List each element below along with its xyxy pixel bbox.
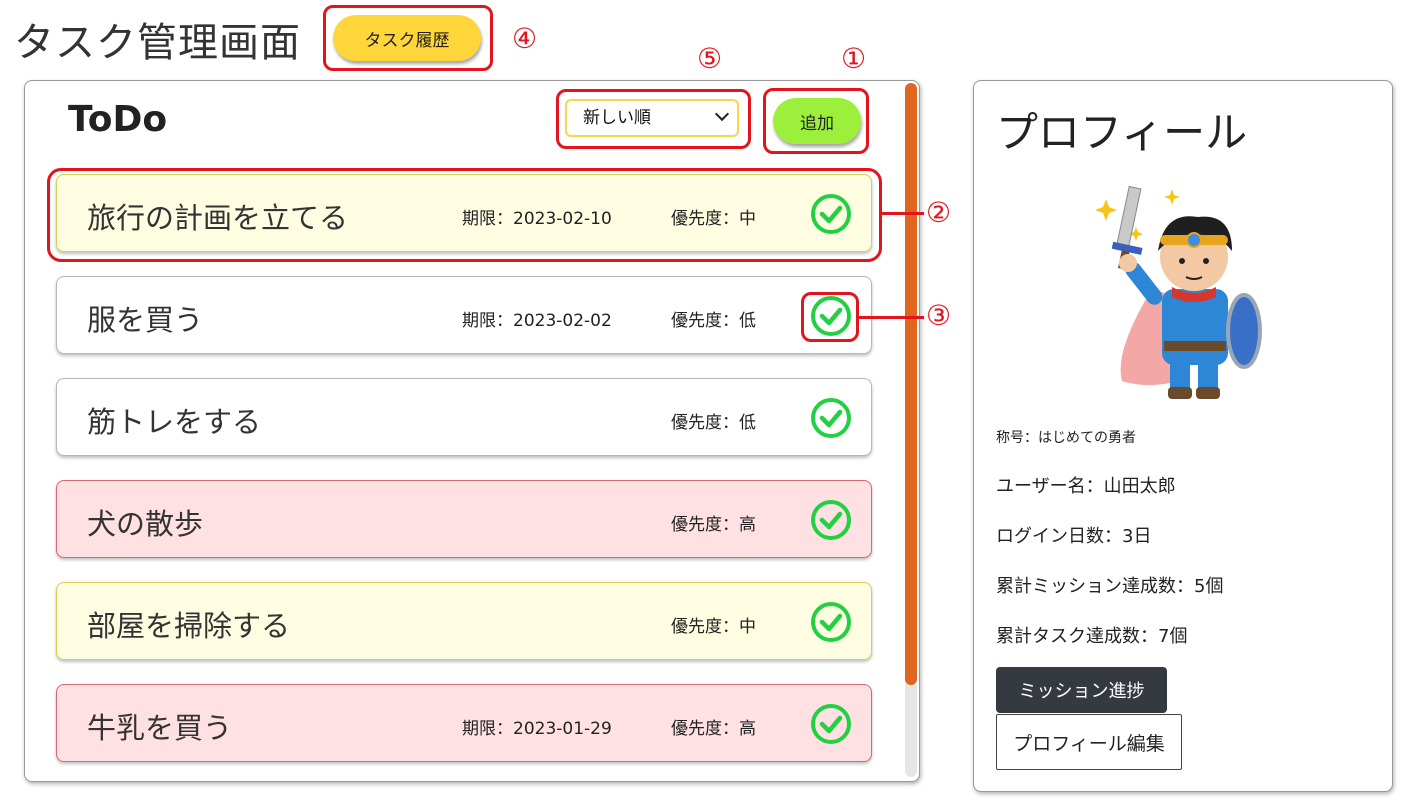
check-circle-icon[interactable] [809,396,853,440]
check-circle-icon[interactable] [809,600,853,644]
profile-tasks-done: 累計タスク達成数：7個 [996,626,1188,647]
annotation-number-4: ④ [512,22,538,55]
annotation-box-1 [763,88,869,154]
annotation-line-2 [882,212,924,215]
task-name: 牛乳を買う [87,711,233,745]
mission-progress-button[interactable]: ミッション進捗 [996,667,1167,713]
todo-title: ToDo [68,99,168,140]
check-circle-icon[interactable] [809,498,853,542]
page-title: タスク管理画面 [14,20,301,66]
annotation-box-2 [47,168,882,262]
annotation-box-5 [556,89,751,149]
task-name: 部屋を掃除する [87,609,291,643]
task-name: 筋トレをする [87,405,262,439]
task-row[interactable]: 牛乳を買う 期限：2023-01-29 優先度：高 [56,684,872,762]
profile-missions-done: 累計ミッション達成数：5個 [996,576,1224,597]
task-priority: 優先度：高 [671,515,756,535]
task-row[interactable]: 筋トレをする 優先度：低 [56,378,872,456]
annotation-number-1: ① [841,42,867,75]
task-priority: 優先度：高 [671,719,756,739]
check-circle-icon[interactable] [809,702,853,746]
profile-title: プロフィール [996,108,1248,157]
annotation-number-2: ② [926,196,952,229]
annotation-box-3 [801,292,859,342]
task-priority: 優先度：低 [671,413,756,433]
scrollbar[interactable] [905,83,917,777]
profile-edit-button[interactable]: プロフィール編集 [996,714,1182,770]
profile-login-days: ログイン日数：3日 [996,526,1152,547]
hero-avatar-icon [1095,185,1262,399]
annotation-number-5: ⑤ [697,42,723,75]
task-priority: 優先度：低 [671,311,756,331]
task-priority: 優先度：中 [671,617,756,637]
profile-rank: 称号：はじめての勇者 [996,430,1136,446]
scrollbar-thumb[interactable] [905,83,917,685]
task-due-date: 期限：2023-02-02 [462,311,612,331]
profile-username: ユーザー名：山田太郎 [996,476,1176,497]
task-name: 犬の散歩 [87,507,204,541]
task-row[interactable]: 犬の散歩 優先度：高 [56,480,872,558]
task-row[interactable]: 服を買う 期限：2023-02-02 優先度：低 [56,276,872,354]
task-row[interactable]: 部屋を掃除する 優先度：中 [56,582,872,660]
annotation-number-3: ③ [926,299,952,332]
task-name: 服を買う [87,303,204,337]
task-due-date: 期限：2023-01-29 [462,719,612,739]
annotation-line-3 [859,316,924,319]
annotation-box-4 [323,5,493,71]
profile-panel: プロフィール 称号：はじめての勇者 ユーザー名：山田太郎 ログイン日数：3日 累… [973,80,1393,792]
